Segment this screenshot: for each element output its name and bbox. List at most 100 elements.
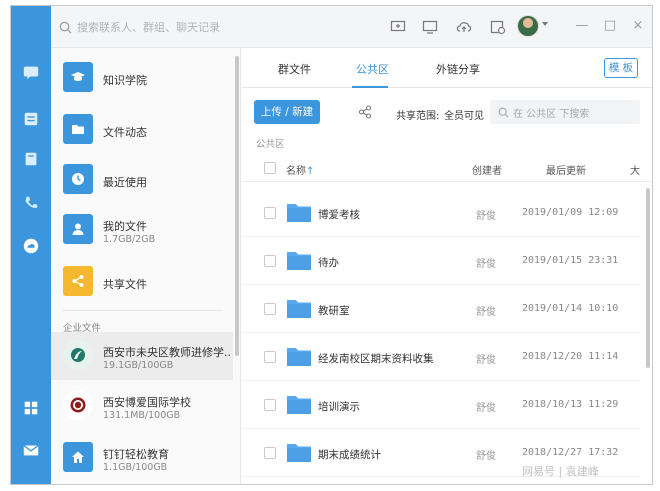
search-icon — [498, 107, 509, 118]
cloud-icon[interactable] — [21, 236, 41, 256]
nav-item-shared[interactable]: 共享文件 — [51, 258, 233, 306]
org-label: 钉钉轻松教育 — [103, 448, 169, 461]
table-row[interactable]: 培训演示 舒俊 2018/10/13 11:29 — [242, 381, 640, 429]
share-icon[interactable] — [358, 105, 372, 119]
tab-external-share[interactable]: 外链分享 — [436, 61, 480, 77]
upload-new-button[interactable]: 上传 / 新建 — [254, 100, 320, 124]
table-row[interactable]: 待办 舒俊 2019/01/15 23:31 — [242, 237, 640, 285]
search-placeholder: 在 公共区 下搜索 — [513, 108, 590, 120]
column-updated[interactable]: 最后更新 — [546, 162, 586, 177]
folder-icon — [287, 204, 311, 222]
home-icon — [63, 442, 93, 472]
file-creator: 舒俊 — [476, 355, 496, 366]
org-label: 西安博爱国际学校 — [103, 396, 191, 409]
scrollbar[interactable] — [646, 188, 650, 368]
row-checkbox[interactable] — [264, 351, 276, 363]
file-updated: 2019/01/09 12:09 — [522, 207, 619, 218]
maximize-button[interactable]: □ — [603, 18, 617, 34]
file-creator: 舒俊 — [476, 211, 496, 222]
area-search-input[interactable]: 在 公共区 下搜索 — [490, 100, 640, 124]
tab-public-area[interactable]: 公共区 — [356, 61, 389, 77]
global-search[interactable]: 搜索联系人、群组、聊天记录 — [59, 17, 259, 37]
file-creator: 舒俊 — [476, 307, 496, 318]
contacts-icon[interactable] — [21, 149, 41, 169]
file-name[interactable]: 经发南校区期末资料收集 — [318, 351, 434, 366]
clock-icon — [63, 164, 93, 194]
nav-label: 共享文件 — [103, 278, 147, 291]
nav-item-my-files[interactable]: 我的文件 1.7GB/2GB — [51, 206, 233, 254]
org-storage: 19.1GB/100GB — [103, 360, 174, 371]
folder-icon — [287, 348, 311, 366]
column-name[interactable]: 名称↑ — [286, 162, 314, 177]
file-updated: 2018/12/27 17:32 — [522, 447, 619, 458]
close-button[interactable]: × — [631, 18, 645, 34]
apps-icon[interactable] — [21, 398, 41, 418]
search-icon — [59, 21, 72, 34]
chat-icon[interactable] — [21, 62, 41, 82]
folder-icon — [287, 300, 311, 318]
tab-group-files[interactable]: 群文件 — [278, 61, 311, 77]
work-icon[interactable] — [21, 109, 41, 129]
app-window: 搜索联系人、群组、聊天记录 — □ × 知识学院 文件动态 最近使用 我的文件 … — [10, 5, 653, 485]
row-checkbox[interactable] — [264, 303, 276, 315]
folder-icon — [287, 252, 311, 270]
file-creator: 舒俊 — [476, 259, 496, 270]
screen-share-icon[interactable] — [421, 18, 439, 36]
mail-icon[interactable] — [21, 440, 41, 460]
row-checkbox[interactable] — [264, 255, 276, 267]
top-bar: 搜索联系人、群组、聊天记录 — □ × — [51, 6, 652, 48]
org-item-dingtalk-edu[interactable]: 钉钉轻松教育 1.1GB/100GB — [51, 434, 233, 482]
template-button[interactable]: 模 板 — [604, 58, 638, 78]
file-name[interactable]: 教研室 — [318, 303, 350, 318]
table-row[interactable]: 博爱考核 舒俊 2019/01/09 12:09 — [242, 189, 640, 237]
file-name[interactable]: 期末成绩统计 — [318, 447, 381, 462]
select-all-checkbox[interactable] — [264, 162, 276, 174]
divider — [63, 310, 223, 311]
new-message-icon[interactable] — [389, 18, 407, 36]
file-creator: 舒俊 — [476, 451, 496, 462]
nav-label: 我的文件 — [103, 220, 147, 233]
nav-item-file-activity[interactable]: 文件动态 — [51, 106, 233, 154]
nav-item-knowledge[interactable]: 知识学院 — [51, 54, 233, 102]
user-icon — [63, 214, 93, 244]
chevron-down-icon[interactable] — [542, 22, 548, 26]
row-checkbox[interactable] — [264, 447, 276, 459]
storage-usage: 1.7GB/2GB — [103, 234, 156, 245]
org-label: 西安市未央区教师进修学... — [103, 346, 231, 359]
file-name[interactable]: 博爱考核 — [318, 207, 360, 222]
table-row[interactable]: 教研室 舒俊 2019/01/14 10:10 — [242, 285, 640, 333]
column-name-label: 名称 — [286, 166, 306, 177]
watermark: 网易号 | 袁建峰 — [522, 465, 599, 478]
org-item-teacher-school[interactable]: 西安市未央区教师进修学... 19.1GB/100GB — [51, 332, 233, 380]
file-updated: 2018/12/20 11:14 — [522, 351, 619, 362]
phone-icon[interactable] — [21, 193, 41, 213]
file-name[interactable]: 培训演示 — [318, 399, 360, 414]
breadcrumb: 公共区 — [256, 139, 285, 150]
folder-icon — [287, 396, 311, 414]
nav-item-recent[interactable]: 最近使用 — [51, 156, 233, 204]
search-placeholder: 搜索联系人、群组、聊天记录 — [77, 21, 220, 34]
avatar[interactable] — [517, 15, 539, 37]
file-name[interactable]: 待办 — [318, 255, 339, 270]
calendar-settings-icon[interactable] — [489, 18, 507, 36]
tab-bar: 群文件 公共区 外链分享 模 板 — [242, 48, 652, 88]
row-checkbox[interactable] — [264, 399, 276, 411]
nav-label: 最近使用 — [103, 176, 147, 189]
share-icon — [63, 266, 93, 296]
org-item-boai-school[interactable]: 西安博爱国际学校 131.1MB/100GB — [51, 382, 233, 430]
share-scope-label: 共享范围: — [396, 111, 440, 122]
file-updated: 2019/01/15 23:31 — [522, 255, 619, 266]
sort-asc-icon: ↑ — [306, 166, 315, 177]
minimize-button[interactable]: — — [575, 18, 589, 34]
nav-label: 文件动态 — [103, 126, 147, 139]
file-creator: 舒俊 — [476, 403, 496, 414]
org-storage: 1.1GB/100GB — [103, 462, 168, 473]
table-row[interactable]: 经发南校区期末资料收集 舒俊 2018/12/20 11:14 — [242, 333, 640, 381]
column-creator[interactable]: 创建者 — [472, 162, 502, 177]
row-checkbox[interactable] — [264, 207, 276, 219]
column-size[interactable]: 大 — [630, 162, 640, 177]
cloud-upload-icon[interactable] — [455, 18, 473, 36]
folder-icon — [63, 114, 93, 144]
scrollbar[interactable] — [235, 56, 239, 356]
file-nav-panel: 知识学院 文件动态 最近使用 我的文件 1.7GB/2GB 共享文件 企业文件 … — [51, 48, 241, 484]
